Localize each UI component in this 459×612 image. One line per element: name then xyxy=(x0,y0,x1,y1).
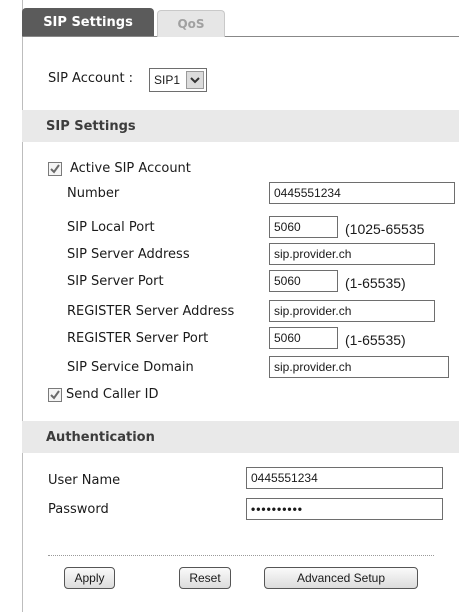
active-sip-account-checkbox[interactable] xyxy=(48,162,62,176)
username-field[interactable] xyxy=(246,467,443,489)
sip-server-port-field[interactable] xyxy=(269,270,338,292)
chevron-down-icon[interactable] xyxy=(186,71,204,89)
active-sip-account-label: Active SIP Account xyxy=(70,161,191,176)
sip-settings-heading: SIP Settings xyxy=(22,110,459,142)
sip-service-domain-label: SIP Service Domain xyxy=(67,360,194,375)
sip-server-address-label: SIP Server Address xyxy=(67,247,190,262)
sip-local-port-field[interactable] xyxy=(269,216,338,238)
sip-server-address-field[interactable] xyxy=(269,243,435,265)
button-divider xyxy=(48,555,434,556)
apply-button[interactable]: Apply xyxy=(64,567,115,589)
tab-sip-settings[interactable]: SIP Settings xyxy=(22,8,154,36)
number-label: Number xyxy=(67,186,120,201)
password-field[interactable] xyxy=(246,498,443,520)
tab-qos[interactable]: QoS xyxy=(157,10,225,37)
send-caller-id-checkbox[interactable] xyxy=(48,388,62,402)
sip-service-domain-field[interactable] xyxy=(269,356,449,378)
register-server-address-label: REGISTER Server Address xyxy=(67,304,235,319)
number-field[interactable] xyxy=(269,182,455,204)
sip-local-port-range: (1025-65535 xyxy=(345,221,425,237)
register-server-port-range: (1-65535) xyxy=(345,332,406,348)
register-server-port-label: REGISTER Server Port xyxy=(67,331,209,346)
sip-server-port-label: SIP Server Port xyxy=(67,274,164,289)
sip-account-selected: SIP1 xyxy=(154,73,181,87)
authentication-heading: Authentication xyxy=(22,421,459,453)
send-caller-id-label: Send Caller ID xyxy=(66,387,159,402)
sip-server-port-range: (1-65535) xyxy=(345,275,406,291)
sip-local-port-label: SIP Local Port xyxy=(67,220,155,235)
password-label: Password xyxy=(48,502,109,517)
sip-account-select[interactable]: SIP1 xyxy=(149,68,207,92)
sip-account-label: SIP Account : xyxy=(48,71,134,86)
reset-button[interactable]: Reset xyxy=(179,567,231,589)
advanced-setup-button[interactable]: Advanced Setup xyxy=(264,567,418,589)
username-label: User Name xyxy=(48,473,121,488)
register-server-address-field[interactable] xyxy=(269,300,435,322)
check-icon xyxy=(50,390,60,400)
check-icon xyxy=(50,164,60,174)
register-server-port-field[interactable] xyxy=(269,327,338,349)
